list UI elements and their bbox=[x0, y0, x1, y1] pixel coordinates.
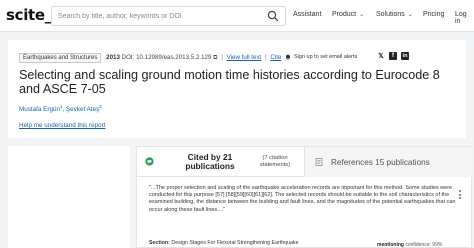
author-name: Mustafa Ergün bbox=[19, 106, 60, 114]
left-sidebar bbox=[8, 146, 130, 248]
nav-product[interactable]: Product ⌄ bbox=[332, 11, 364, 18]
social-share: 𝕏 f in bbox=[377, 52, 409, 60]
topic-tag[interactable]: Earthquakes and Structures bbox=[19, 53, 102, 63]
paper-card: Earthquakes and Structures 2013 DOI: 10.… bbox=[8, 40, 466, 138]
citation-type: mentioning confidence: 99% bbox=[377, 242, 442, 248]
tab-references[interactable]: References 15 publications bbox=[304, 147, 473, 177]
citation-snippet: "...The proper selection and scaling of … bbox=[149, 185, 461, 214]
author-link[interactable]: Şevket Ateş2 bbox=[65, 104, 102, 114]
scite-logo[interactable]: scite_ bbox=[6, 6, 52, 24]
signup-label: Sign up to set email alerts bbox=[294, 54, 358, 60]
chevron-down-icon: ⌄ bbox=[359, 12, 365, 18]
citation-tabs: Cited by 21 publications (7 citation sta… bbox=[137, 147, 473, 177]
nav-solutions-label: Solutions bbox=[376, 11, 405, 18]
citation-statements-count: (7 citation statements) bbox=[259, 155, 291, 168]
paper-meta-row: Earthquakes and Structures 2013 DOI: 10.… bbox=[19, 53, 281, 63]
cited-by-label: Cited by 21 publications bbox=[185, 152, 235, 171]
author-affiliation: 1 bbox=[59, 104, 63, 109]
tab-cited-by[interactable]: Cited by 21 publications (7 citation sta… bbox=[137, 147, 303, 177]
confidence-value: confidence: 99% bbox=[405, 242, 443, 248]
divider: | bbox=[221, 54, 223, 61]
nav-solutions[interactable]: Solutions ⌄ bbox=[376, 11, 413, 18]
paper-title: Selecting and scaling ground motion time… bbox=[19, 68, 440, 96]
bell-icon bbox=[286, 54, 290, 60]
citations-panel: Cited by 21 publications (7 citation sta… bbox=[136, 146, 473, 248]
help-understand-link[interactable]: Help me understand this report bbox=[19, 122, 105, 129]
reference-markers[interactable]: [57] [58][59][60][61][62] bbox=[215, 192, 272, 198]
search-input[interactable] bbox=[58, 9, 263, 24]
mention-label: mentioning bbox=[377, 242, 404, 248]
section-value: Design Stages For Flexural Strengthening… bbox=[171, 240, 299, 246]
publication-year: 2013 bbox=[106, 54, 120, 61]
cited-by-icon bbox=[145, 157, 154, 166]
doi-text: DOI: 10.12989/eas.2013.5.2.129 bbox=[121, 54, 212, 61]
linkedin-icon[interactable]: in bbox=[401, 52, 409, 60]
author-affiliation: 2 bbox=[99, 104, 102, 109]
nav-pricing[interactable]: Pricing bbox=[423, 11, 444, 18]
references-label: References 15 publications bbox=[331, 158, 430, 167]
more-options-icon[interactable] bbox=[459, 190, 461, 199]
cite-link[interactable]: Cite bbox=[270, 54, 281, 61]
view-full-text-link[interactable]: View full text bbox=[227, 54, 262, 61]
author-link[interactable]: Mustafa Ergün1 bbox=[19, 104, 63, 114]
top-navigation-bar: scite_ Assistant Product⌄ Solutions⌄ Pri… bbox=[0, 0, 474, 32]
chevron-down-icon: ⌄ bbox=[407, 12, 413, 18]
search-icon[interactable] bbox=[267, 10, 279, 22]
author-name: Şevket Ateş bbox=[65, 106, 100, 114]
nav-product-label: Product bbox=[332, 11, 357, 18]
email-alerts-signup[interactable]: Sign up to set email alerts bbox=[285, 54, 357, 60]
search-box[interactable] bbox=[51, 6, 286, 26]
nav-login[interactable]: Log in bbox=[455, 11, 474, 25]
twitter-icon[interactable]: 𝕏 bbox=[377, 52, 385, 60]
references-icon bbox=[315, 158, 323, 166]
divider: | bbox=[265, 54, 267, 61]
nav-assistant[interactable]: Assistant bbox=[293, 11, 321, 18]
citation-section: Section: Design Stages For Flexural Stre… bbox=[149, 240, 299, 246]
section-label: Section: bbox=[149, 240, 170, 246]
facebook-icon[interactable]: f bbox=[389, 52, 397, 60]
copy-icon[interactable]: ⧉ bbox=[213, 54, 217, 61]
author-list: Mustafa Ergün1, Şevket Ateş2 bbox=[19, 104, 102, 114]
